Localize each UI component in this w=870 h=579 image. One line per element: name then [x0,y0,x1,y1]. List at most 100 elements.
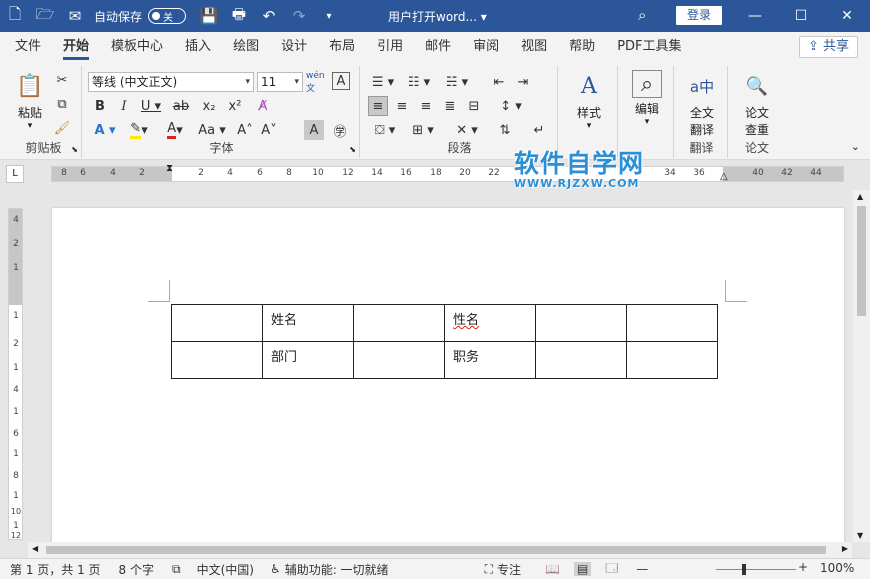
shrink-font-icon[interactable]: A˅ [258,120,280,140]
autosave-toggle[interactable]: 关 [148,8,187,24]
table-cell[interactable]: 职务 [444,341,536,379]
table-cell[interactable] [171,341,263,379]
table-cell[interactable] [626,304,718,342]
read-mode-icon[interactable]: 📖 [545,562,560,576]
full-translate-button[interactable]: a中 全文 翻译 [680,70,724,138]
right-indent-marker-icon[interactable]: △ [720,171,728,182]
multilevel-list-icon[interactable]: ☵ ▾ [440,72,474,92]
text-effects-icon[interactable]: A ▾ [90,120,120,140]
tab-insert[interactable]: 插入 [174,32,222,62]
clear-formatting-icon[interactable]: A̸ [252,96,274,116]
table-cell[interactable] [353,304,445,342]
increase-indent-icon[interactable]: ⇥ [512,72,534,92]
bullets-icon[interactable]: ☰ ▾ [366,72,400,92]
tab-templates[interactable]: 模板中心 [100,32,174,62]
align-right-icon[interactable]: ≡ [416,96,436,116]
scroll-up-icon[interactable]: ▲ [857,192,863,201]
table-cell[interactable] [626,341,718,379]
chinese-layout-icon[interactable]: ✕ ▾ [450,120,484,140]
search-icon[interactable]: ⌕ [638,6,646,24]
tab-draw[interactable]: 绘图 [222,32,270,62]
share-button[interactable]: ⇪ 共享 [798,36,858,58]
tab-home[interactable]: 开始 [52,32,100,62]
table-cell[interactable] [353,341,445,379]
vertical-scrollbar[interactable]: ▲ ▼ [853,190,870,542]
close-icon[interactable]: ✕ [824,0,870,32]
word-count[interactable]: 8 个字 [119,561,154,578]
table-cell[interactable]: 姓名 [262,304,354,342]
character-border-icon[interactable]: A [332,72,350,90]
login-button[interactable]: 登录 [676,6,722,25]
proofing-icon[interactable]: ⧉ [172,562,181,577]
font-size-select[interactable]: 11 ▾ [257,72,303,92]
sort-icon[interactable]: ⇅ [494,120,516,140]
tab-view[interactable]: 视图 [510,32,558,62]
web-layout-icon[interactable]: 🗔 [605,559,618,579]
print-preview-icon[interactable]: 🖶 [224,0,254,32]
scrollbar-thumb[interactable] [857,206,866,316]
minimize-icon[interactable]: — [732,0,778,32]
zoom-out-icon[interactable]: — [636,562,648,576]
tab-mailings[interactable]: 邮件 [414,32,462,62]
customize-icon[interactable]: ▾ [314,0,344,32]
tab-design[interactable]: 设计 [270,32,318,62]
cut-icon[interactable]: ✂ [52,70,72,90]
justify-icon[interactable]: ≣ [440,96,460,116]
tab-help[interactable]: 帮助 [558,32,606,62]
document-title[interactable]: 用户打开word... ▾ [388,8,487,25]
language-status[interactable]: 中文(中国) [197,561,254,578]
underline-icon[interactable]: U ▾ [138,96,164,116]
save-icon[interactable]: 💾 [194,0,224,32]
borders-icon[interactable]: ⊞ ▾ [406,120,440,140]
font-color-icon[interactable]: A ▾ [160,120,190,140]
page-count[interactable]: 第 1 页，共 1 页 [10,561,101,578]
table-cell[interactable]: 性名 [444,304,536,342]
styles-button[interactable]: A 样式 ▾ [566,70,612,132]
tab-layout[interactable]: 布局 [318,32,366,62]
table-cell[interactable]: 部门 [262,341,354,379]
open-folder-icon[interactable]: 🗁 [30,0,60,32]
indent-marker-icon[interactable]: ⧗ [166,163,173,174]
zoom-in-icon[interactable]: + [798,560,808,574]
decrease-indent-icon[interactable]: ⇤ [488,72,510,92]
distributed-icon[interactable]: ⊟ [464,96,484,116]
send-icon[interactable]: ✉ [60,0,90,32]
superscript-icon[interactable]: x² [224,96,246,116]
table-cell[interactable] [171,304,263,342]
new-file-icon[interactable]: 🗋 [0,0,30,32]
tab-selector[interactable]: L [6,165,24,183]
subscript-icon[interactable]: x₂ [198,96,220,116]
scroll-down-icon[interactable]: ▼ [857,531,863,540]
phonetic-guide-icon[interactable]: wén文 [306,71,328,94]
show-marks-icon[interactable]: ↵ [528,120,550,140]
character-shading-icon[interactable]: A [304,120,324,140]
shading-icon[interactable]: ⛋ ▾ [368,120,402,140]
zoom-slider[interactable] [716,569,796,570]
change-case-icon[interactable]: Aa ▾ [194,120,230,140]
numbering-icon[interactable]: ☷ ▾ [402,72,436,92]
enclose-characters-icon[interactable]: ㊫ [330,120,350,140]
scroll-right-icon[interactable]: ▶ [842,544,848,553]
italic-icon[interactable]: I [114,96,134,116]
document-page[interactable]: 姓名 性名 部门 职务 [52,208,844,542]
document-area[interactable]: 姓名 性名 部门 职务 [28,190,852,542]
horizontal-scrollbar[interactable]: ◀ ▶ [28,542,852,558]
table-cell[interactable] [535,341,627,379]
tab-file[interactable]: 文件 [4,32,52,62]
tab-review[interactable]: 审阅 [462,32,510,62]
align-left-icon[interactable]: ≡ [368,96,388,116]
table-cell[interactable] [535,304,627,342]
horizontal-ruler[interactable]: 8 6 4 2 2 4 6 8 10 12 14 16 18 20 22 34 … [51,163,844,182]
grow-font-icon[interactable]: A˄ [234,120,256,140]
collapse-ribbon-icon[interactable]: ⌄ [851,140,860,153]
dialog-launcher-icon[interactable]: ⬊ [71,145,78,154]
zoom-slider-thumb[interactable] [742,564,746,575]
focus-button[interactable]: ⛶ 专注 [485,561,521,578]
document-table[interactable]: 姓名 性名 部门 职务 [171,304,718,379]
tab-references[interactable]: 引用 [366,32,414,62]
paper-check-button[interactable]: 🔍 论文 查重 [734,70,780,138]
line-spacing-icon[interactable]: ↕ ▾ [494,96,528,116]
paste-button[interactable]: 📋 粘贴 ▾ [10,70,50,132]
zoom-level[interactable]: 100% [820,561,854,575]
print-layout-icon[interactable]: ▤ [573,562,592,576]
